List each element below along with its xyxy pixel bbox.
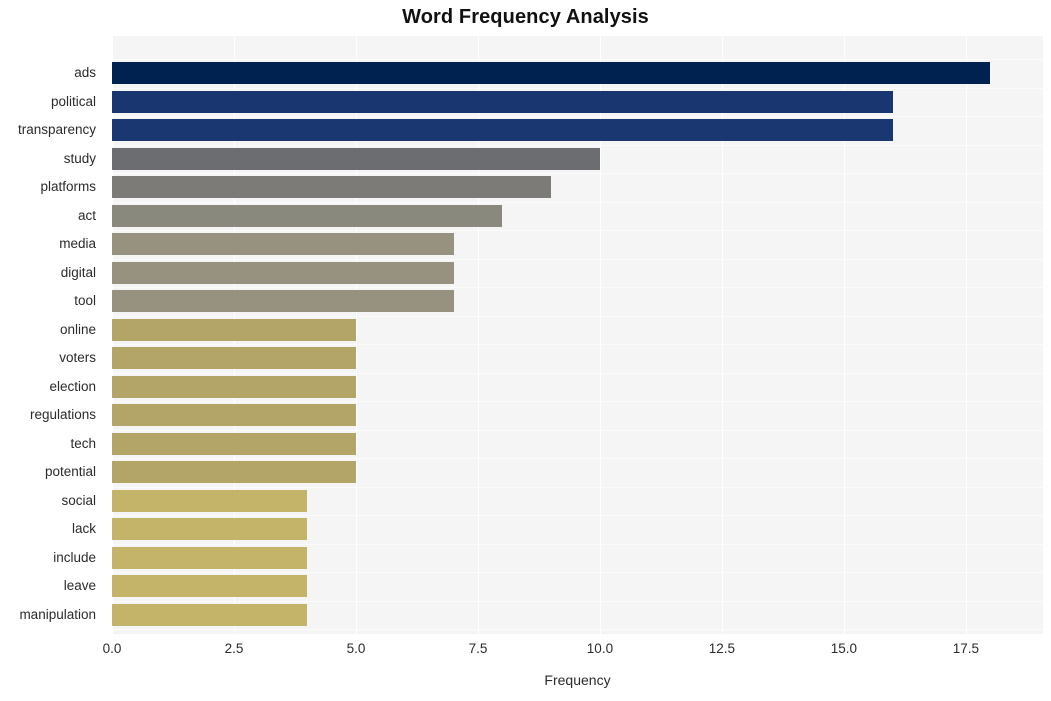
bar[interactable] (112, 347, 356, 369)
bar[interactable] (112, 176, 552, 198)
y-axis-tick-label: leave (63, 578, 96, 593)
bar[interactable] (112, 603, 308, 626)
y-axis-tick-label: act (77, 207, 96, 223)
chart-figure: Word Frequency Analysis ads political tran… (0, 0, 1051, 701)
y-axis-tick-label: tech (70, 435, 96, 451)
y-axis-tick-label: potential (44, 464, 96, 479)
bar[interactable] (112, 261, 454, 284)
gridline-horizontal (112, 600, 1043, 602)
x-axis-tick-labels: 0.0 2.5 5.0 7.5 10.0 12.5 15.0 17.5 (103, 641, 1043, 663)
gridline-horizontal (112, 344, 1043, 345)
x-axis-tick-label: 10.0 (586, 641, 614, 656)
y-axis-tick-label: lack (71, 521, 96, 536)
gridline-horizontal (112, 401, 1043, 402)
bar[interactable] (112, 489, 308, 512)
plot-area (112, 36, 1043, 634)
bar[interactable] (112, 375, 356, 398)
y-axis-tick-label: social (61, 492, 96, 508)
gridline-horizontal (112, 572, 1043, 573)
gridline-horizontal (112, 173, 1043, 174)
bar[interactable] (112, 204, 503, 227)
bar[interactable] (112, 518, 308, 540)
gridline-horizontal (112, 458, 1043, 459)
gridline-horizontal (112, 315, 1043, 317)
gridline-horizontal (112, 87, 1043, 89)
x-axis-tick-label: 2.5 (224, 641, 244, 656)
x-axis-tick-label: 15.0 (830, 641, 858, 656)
bar[interactable] (112, 461, 356, 483)
y-axis-tick-label: platforms (40, 179, 96, 194)
y-axis-tick-label: digital (60, 264, 96, 280)
y-axis-tick-label: include (53, 549, 96, 565)
y-axis-tick-label: manipulation (19, 606, 96, 622)
x-axis-tick-label: 5.0 (346, 641, 366, 656)
bar[interactable] (112, 233, 454, 255)
bar[interactable] (112, 318, 356, 341)
gridline-horizontal (112, 59, 1043, 60)
bar[interactable] (112, 119, 893, 141)
gridline-horizontal (112, 515, 1043, 516)
y-axis-tick-label: online (59, 321, 96, 337)
chart-title: Word Frequency Analysis (402, 6, 649, 28)
gridline-horizontal (112, 258, 1043, 260)
y-axis-tick-label: media (59, 236, 96, 251)
bar[interactable] (112, 404, 356, 426)
x-axis-tick-label: 17.5 (952, 641, 980, 656)
y-axis-tick-label: transparency (17, 122, 96, 137)
gridline-horizontal (112, 287, 1043, 288)
y-axis-tick-label: election (49, 378, 96, 394)
x-axis-tick-label: 12.5 (708, 641, 736, 656)
gridline-horizontal (112, 543, 1043, 545)
gridline-horizontal (112, 201, 1043, 203)
x-axis-tick-label: 0.0 (102, 641, 122, 656)
gridline-vertical (965, 36, 967, 634)
y-axis-tick-label: ads (74, 65, 96, 80)
bar[interactable] (112, 290, 454, 312)
bar[interactable] (112, 62, 991, 84)
gridline-horizontal (112, 230, 1043, 231)
y-axis-tick-label: political (50, 93, 96, 109)
gridline-horizontal (112, 629, 1043, 630)
x-axis-tick-label: 7.5 (468, 641, 488, 656)
gridline-horizontal (112, 144, 1043, 146)
x-axis-title: Frequency (544, 672, 611, 688)
gridline-horizontal (112, 116, 1043, 117)
gridline-horizontal (112, 372, 1043, 374)
y-axis-tick-labels: ads political transparency study platforms ac… (0, 36, 104, 634)
y-axis-tick-label: voters (59, 350, 96, 365)
bar[interactable] (112, 147, 600, 170)
bar[interactable] (112, 575, 308, 597)
y-axis-tick-label: study (63, 150, 96, 166)
bar[interactable] (112, 546, 308, 569)
gridline-horizontal (112, 486, 1043, 488)
y-axis-tick-label: tool (74, 293, 96, 308)
gridline-horizontal (112, 429, 1043, 431)
bar[interactable] (112, 90, 893, 113)
bar[interactable] (112, 432, 356, 455)
y-axis-tick-label: regulations (29, 407, 96, 422)
